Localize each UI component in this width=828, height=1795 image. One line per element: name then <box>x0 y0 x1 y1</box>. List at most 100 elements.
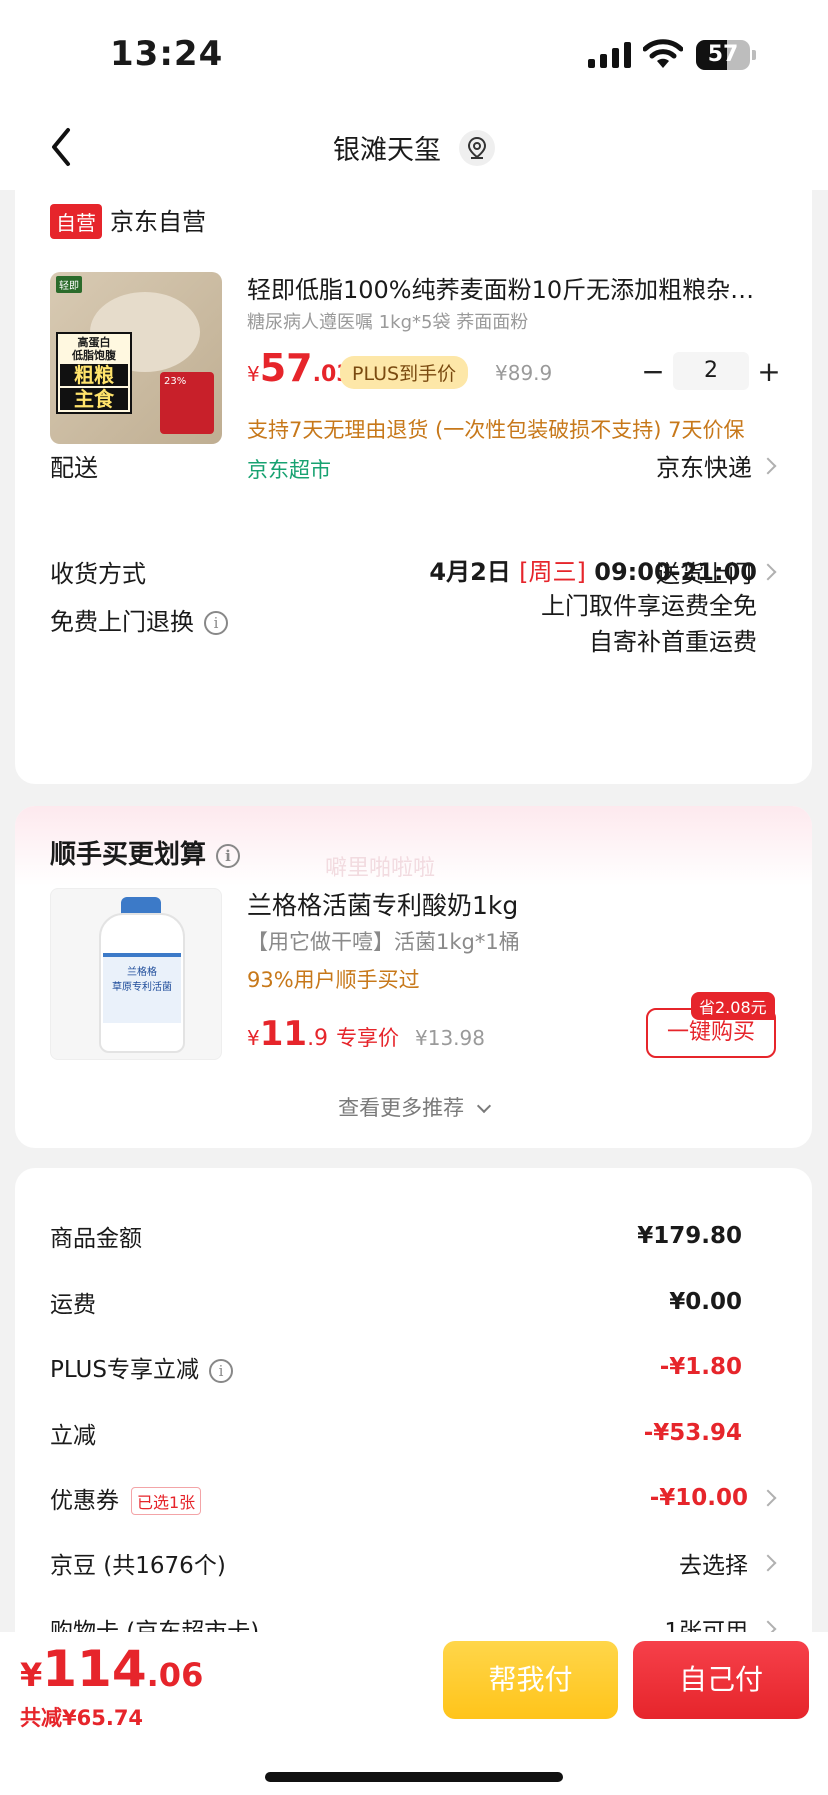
quantity-input[interactable]: 2 <box>673 352 749 390</box>
nav-bar: 银滩天玺 <box>0 110 828 190</box>
receive-method-label: 收货方式 <box>50 560 146 588</box>
status-bar: 13:24 57 <box>0 0 828 110</box>
coupon-value: -¥10.00 <box>649 1485 748 1511</box>
jd-beans-row[interactable]: 京豆 (共1676个) 去选择 <box>50 1543 777 1583</box>
fee-summary-card: 商品金额 ¥179.80 运费 ¥0.00 PLUS专享立减 i -¥1.80 立… <box>15 1168 812 1645</box>
recommend-title-text: 顺手买更划算 <box>50 840 207 870</box>
price-integer: 57 <box>259 346 313 390</box>
product-subtitle: 糖尿病人遵医嘱 1kg*5袋 荞面面粉 <box>247 312 529 333</box>
recommend-image-brand: 兰格格 <box>127 967 157 978</box>
product-title[interactable]: 轻即低脂100%纯荞麦面粉10斤无添加粗粮杂… <box>247 270 787 305</box>
plus-discount-text: PLUS专享立减 <box>50 1357 199 1383</box>
battery-level: 57 <box>707 42 739 67</box>
product-image-line2: 低脂饱腹 <box>72 349 116 362</box>
goods-amount-label: 商品金额 <box>50 1226 142 1252</box>
price-integer: 11 <box>259 1014 308 1054</box>
plus-discount-row: PLUS专享立减 i -¥1.80 <box>50 1347 774 1387</box>
more-recommend-text: 查看更多推荐 <box>338 1096 465 1120</box>
increase-quantity-button[interactable]: + <box>749 355 789 388</box>
recommend-product-image[interactable]: 兰格格 草原专利活菌 <box>50 888 222 1060</box>
total-saved[interactable]: 共减¥65.74 <box>20 1702 143 1732</box>
free-return-line1: 上门取件享运费全免 <box>541 592 757 620</box>
product-image-pack: 23% <box>160 372 214 434</box>
receive-method-row[interactable]: 送货上门 <box>656 554 777 589</box>
watermark-text: 噼里啪啦啦 <box>325 856 436 881</box>
chevron-down-icon <box>476 1098 491 1114</box>
order-item-card: 自营 京东自营 轻即 高蛋白 低脂饱腹 粗粮 主食 23% 轻即低脂100%纯荞… <box>15 188 812 784</box>
jd-beans-label: 京豆 (共1676个) <box>50 1553 226 1579</box>
home-indicator[interactable] <box>265 1772 563 1782</box>
instant-discount-row: 立减 -¥53.94 <box>50 1413 774 1453</box>
shipping-value: ¥0.00 <box>669 1289 742 1315</box>
nav-title: 银滩天玺 <box>333 135 441 166</box>
goods-amount-value: ¥179.80 <box>637 1223 742 1249</box>
plus-price-tag: PLUS到手价 <box>340 356 469 389</box>
chevron-right-icon <box>759 1489 777 1507</box>
exclusive-price-label: 专享价 <box>336 1026 400 1050</box>
recommend-product-title[interactable]: 兰格格活菌专利酸奶1kg <box>247 886 518 922</box>
wifi-icon <box>643 39 683 68</box>
checkout-bar: ¥114.06 共减¥65.74 帮我付 自己付 <box>0 1632 828 1795</box>
self-operated-badge: 自营 <box>50 204 102 239</box>
saving-badge: 省2.08元 <box>691 992 775 1020</box>
delivery-weekday: [周三] <box>519 558 586 586</box>
return-policy-note: 支持7天无理由退货 (一次性包装破损不支持) 7天价保 <box>247 418 745 442</box>
receive-method-value: 送货上门 <box>656 560 752 588</box>
price-currency: ¥ <box>247 362 260 386</box>
free-return-label: 免费上门退换 i <box>50 602 228 637</box>
total-decimal: .06 <box>146 1656 204 1694</box>
coupon-label: 优惠券 已选1张 <box>50 1481 202 1516</box>
plus-discount-label: PLUS专享立减 i <box>50 1350 233 1384</box>
recommend-title: 顺手买更划算 i <box>50 834 241 871</box>
instant-discount-value: -¥53.94 <box>643 1420 742 1446</box>
delivery-label: 配送 <box>50 454 98 482</box>
product-image-line1: 高蛋白 <box>77 336 111 349</box>
plus-discount-value: -¥1.80 <box>659 1354 742 1380</box>
info-icon[interactable]: i <box>208 1358 233 1383</box>
recommend-product-desc: 【用它做干噎】活菌1kg*1桶 <box>247 930 520 954</box>
chevron-right-icon <box>759 1554 777 1572</box>
total-integer: 114 <box>42 1640 147 1698</box>
recommend-original-price: ¥13.98 <box>415 1026 485 1050</box>
more-recommend-link[interactable]: 查看更多推荐 <box>15 1092 812 1122</box>
location-pin-icon[interactable] <box>459 129 495 166</box>
shipping-row: 运费 ¥0.00 <box>50 1282 774 1322</box>
total-price: ¥114.06 <box>20 1640 203 1698</box>
chevron-right-icon <box>759 457 777 474</box>
decrease-quantity-button[interactable]: − <box>633 355 673 388</box>
product-price: ¥57.03 <box>247 346 352 390</box>
original-price: ¥89.9 <box>495 361 553 385</box>
product-image-line4: 主食 <box>60 388 128 410</box>
coupon-text: 优惠券 <box>50 1487 119 1514</box>
recommend-price: ¥11.9 专享价 <box>247 1014 399 1054</box>
shipping-label: 运费 <box>50 1292 96 1318</box>
info-icon[interactable]: i <box>216 843 241 868</box>
store-label: 京东超市 <box>247 458 331 482</box>
nav-title-group[interactable]: 银滩天玺 <box>0 128 828 167</box>
recommend-bought-stat: 93%用户顺手买过 <box>247 968 420 992</box>
goods-amount-row: 商品金额 ¥179.80 <box>50 1216 774 1256</box>
price-decimal: .9 <box>307 1026 329 1051</box>
product-image[interactable]: 轻即 高蛋白 低脂饱腹 粗粮 主食 23% <box>50 272 222 444</box>
delivery-carrier-row[interactable]: 京东快递 <box>656 448 777 483</box>
coupon-selected-tag: 已选1张 <box>131 1487 202 1516</box>
delivery-carrier: 京东快递 <box>656 454 752 482</box>
info-icon[interactable]: i <box>204 611 228 635</box>
free-return-detail: 上门取件享运费全免 自寄补首重运费 <box>541 588 757 660</box>
pay-myself-button[interactable]: 自己付 <box>633 1641 809 1719</box>
recommend-image-label: 草原专利活菌 <box>112 982 172 993</box>
free-return-text: 免费上门退换 <box>50 608 194 636</box>
quantity-stepper: − 2 + <box>633 352 789 390</box>
price-currency: ¥ <box>247 1026 260 1050</box>
delivery-date: 4月2日 <box>429 558 511 586</box>
chevron-right-icon <box>759 563 777 580</box>
coupon-row[interactable]: 优惠券 已选1张 -¥10.00 <box>50 1478 777 1518</box>
shop-name[interactable]: 京东自营 <box>110 202 206 237</box>
battery-tip <box>752 50 756 60</box>
product-image-brand: 轻即 <box>56 276 82 293</box>
total-currency: ¥ <box>20 1656 43 1694</box>
help-me-pay-button[interactable]: 帮我付 <box>443 1641 618 1719</box>
product-image-line3: 粗粮 <box>60 364 128 386</box>
status-time: 13:24 <box>110 34 224 74</box>
jd-beans-value: 去选择 <box>679 1553 748 1579</box>
